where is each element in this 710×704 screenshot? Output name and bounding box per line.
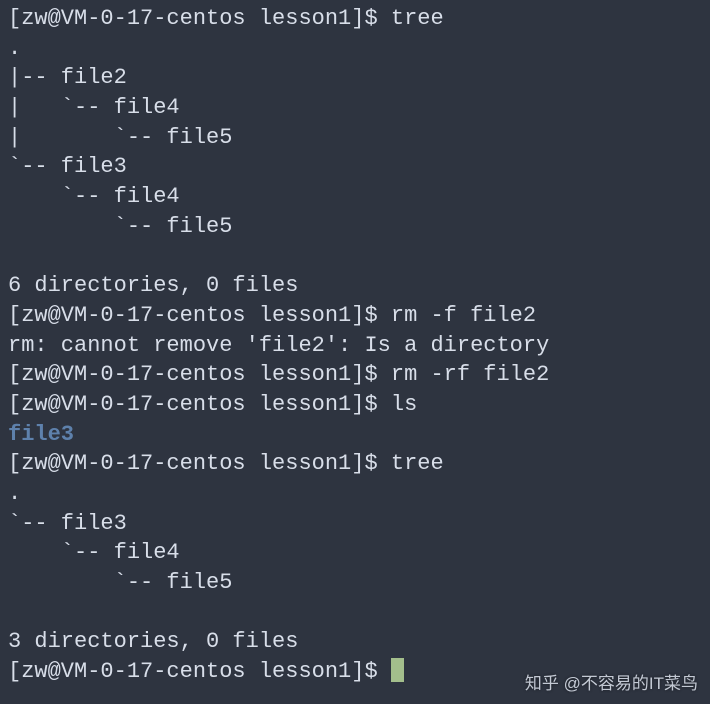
terminal-line: rm: cannot remove 'file2': Is a director… — [8, 331, 702, 361]
directory-name: file3 — [8, 422, 74, 447]
terminal-line: . — [8, 479, 702, 509]
terminal-line: file3 — [8, 420, 702, 450]
watermark-author: @不容易的IT菜鸟 — [564, 674, 698, 693]
terminal-line — [8, 242, 702, 272]
terminal-line: `-- file4 — [8, 538, 702, 568]
terminal-line: `-- file3 — [8, 152, 702, 182]
terminal-line — [8, 598, 702, 628]
terminal-line: [zw@VM-0-17-centos lesson1]$ tree — [8, 449, 702, 479]
watermark: 知乎 @不容易的IT菜鸟 — [525, 673, 698, 696]
terminal-line: 6 directories, 0 files — [8, 271, 702, 301]
terminal-line: [zw@VM-0-17-centos lesson1]$ rm -rf file… — [8, 360, 702, 390]
terminal-line: |-- file2 — [8, 63, 702, 93]
terminal-line: 3 directories, 0 files — [8, 627, 702, 657]
terminal-line: `-- file5 — [8, 212, 702, 242]
cursor-block — [391, 658, 404, 682]
terminal-line: | `-- file5 — [8, 123, 702, 153]
terminal-line: [zw@VM-0-17-centos lesson1]$ tree — [8, 4, 702, 34]
terminal-line: | `-- file4 — [8, 93, 702, 123]
terminal-line: [zw@VM-0-17-centos lesson1]$ rm -f file2 — [8, 301, 702, 331]
terminal-output[interactable]: [zw@VM-0-17-centos lesson1]$ tree.|-- fi… — [8, 4, 702, 687]
terminal-line: `-- file3 — [8, 509, 702, 539]
watermark-platform: 知乎 — [525, 674, 559, 693]
terminal-line: [zw@VM-0-17-centos lesson1]$ ls — [8, 390, 702, 420]
terminal-line: `-- file5 — [8, 568, 702, 598]
prompt-text: [zw@VM-0-17-centos lesson1]$ — [8, 659, 391, 684]
terminal-line: `-- file4 — [8, 182, 702, 212]
terminal-line: . — [8, 34, 702, 64]
